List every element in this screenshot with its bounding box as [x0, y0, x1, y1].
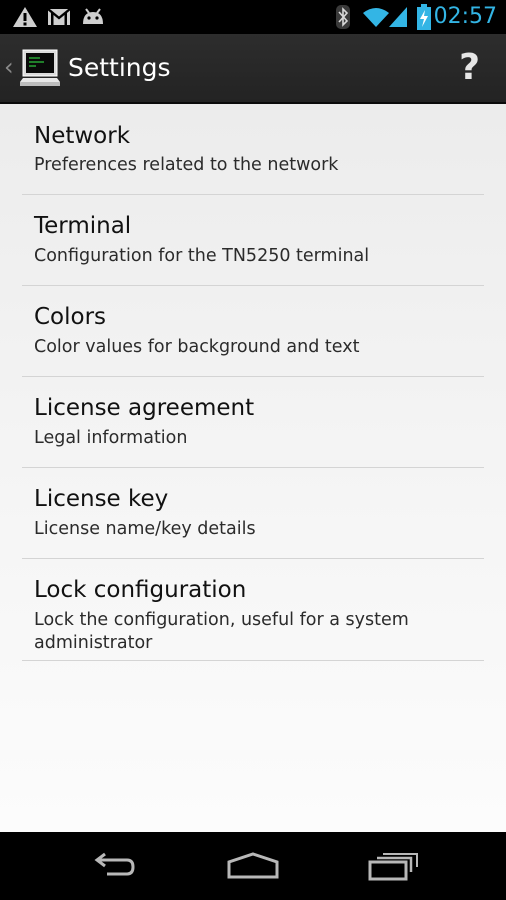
- status-bar: 02:57: [0, 0, 506, 34]
- pref-title: License agreement: [34, 395, 255, 421]
- pref-summary: Preferences related to the network: [34, 155, 339, 175]
- up-caret-icon[interactable]: ‹: [4, 52, 14, 82]
- pref-summary: License name/key details: [34, 519, 256, 539]
- gmail-icon: [47, 0, 71, 34]
- pref-summary: Color values for background and text: [34, 337, 360, 357]
- bluetooth-icon: [336, 0, 350, 34]
- navigation-bar: [0, 832, 506, 900]
- pref-terminal[interactable]: Terminal Configuration for the TN5250 te…: [22, 195, 484, 286]
- pref-colors[interactable]: Colors Color values for background and t…: [22, 286, 484, 377]
- signal-icon: [388, 0, 408, 34]
- pref-license-agreement[interactable]: License agreement Legal information: [22, 377, 484, 468]
- home-icon[interactable]: [213, 832, 293, 900]
- android-icon: [80, 0, 106, 34]
- pref-lock-configuration[interactable]: Lock configuration Lock the configuratio…: [22, 559, 484, 661]
- pref-title: License key: [34, 486, 169, 512]
- help-button[interactable]: ?: [459, 34, 480, 102]
- action-bar: ‹ Settings ?: [0, 34, 506, 104]
- preference-list: Network Preferences related to the netwo…: [22, 104, 484, 661]
- settings-content: Network Preferences related to the netwo…: [0, 104, 506, 832]
- page-title: Settings: [68, 53, 171, 82]
- pref-network[interactable]: Network Preferences related to the netwo…: [22, 104, 484, 195]
- pref-summary: Lock the configuration, useful for a sys…: [34, 610, 409, 653]
- warning-icon: [12, 0, 38, 34]
- pref-title: Colors: [34, 304, 107, 330]
- pref-summary: Legal information: [34, 428, 188, 448]
- pref-license-key[interactable]: License key License name/key details: [22, 468, 484, 559]
- battery-charging-icon: [417, 0, 431, 34]
- terminal-app-icon[interactable]: [20, 48, 60, 88]
- status-clock: 02:57: [433, 4, 497, 29]
- recent-apps-icon[interactable]: [354, 832, 434, 900]
- pref-title: Terminal: [34, 213, 132, 239]
- pref-title: Lock configuration: [34, 577, 247, 603]
- wifi-icon: [362, 0, 390, 34]
- back-icon[interactable]: [72, 832, 152, 900]
- pref-summary: Configuration for the TN5250 terminal: [34, 246, 370, 266]
- pref-title: Network: [34, 123, 131, 149]
